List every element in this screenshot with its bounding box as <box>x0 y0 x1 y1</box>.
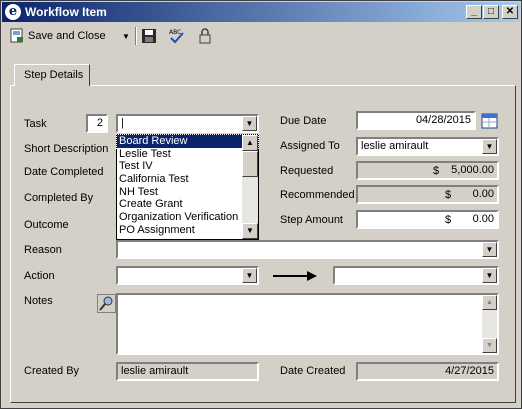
action-label: Action <box>24 270 55 282</box>
task-number-field[interactable]: 2 <box>86 114 108 133</box>
list-item[interactable]: PO Assignment <box>117 224 258 237</box>
tab-step-details[interactable]: Step Details <box>14 64 90 86</box>
requested-field: $ 5,000.00 <box>356 161 499 180</box>
notes-scroll-down-icon[interactable]: ▼ <box>482 338 497 353</box>
assigned-to-label: Assigned To <box>280 140 340 152</box>
window-title: Workflow Item <box>25 5 107 19</box>
list-item[interactable]: NH Test <box>117 186 258 199</box>
calendar-icon[interactable] <box>481 112 498 129</box>
list-item[interactable]: Create Grant <box>117 198 258 211</box>
reason-dropdown-arrow[interactable]: ▼ <box>482 242 497 257</box>
step-amount-label: Step Amount <box>280 214 343 226</box>
tab-step-details-label: Step Details <box>24 69 84 81</box>
recommended-label: Recommended <box>280 189 355 201</box>
save-close-icon <box>10 28 23 43</box>
action-dropdown-arrow[interactable]: ▼ <box>242 268 257 283</box>
dropdown-scrollbar[interactable]: ▲ ▼ <box>242 135 258 239</box>
requested-currency: $ <box>433 165 440 177</box>
right-arrow-icon <box>273 271 317 281</box>
created-by-field: leslie amirault <box>116 362 259 381</box>
save-and-close-button[interactable]: Save and Close <box>9 25 106 47</box>
spell-check-button[interactable]: ABC <box>168 25 184 47</box>
list-item[interactable]: Board Review <box>116 134 259 149</box>
short-description-label: Short Description <box>24 143 109 155</box>
step-amount-value: 0.00 <box>472 213 494 225</box>
assigned-to-value: leslie amirault <box>361 140 429 152</box>
requested-value: 5,000.00 <box>451 164 494 176</box>
notes-edit-icon[interactable] <box>97 294 116 313</box>
list-item[interactable]: Leslie Test <box>117 148 258 161</box>
lock-icon <box>199 28 211 44</box>
list-item[interactable]: California Test <box>117 173 258 186</box>
lock-button[interactable] <box>197 25 213 47</box>
minimize-button[interactable]: _ <box>466 5 482 19</box>
requested-label: Requested <box>280 165 334 177</box>
workflow-item-window: e Workflow Item _ □ ✕ Save and Close ▼ A <box>0 0 522 409</box>
task-dropdown-list: Board Review Leslie Test Test IV Califor… <box>116 134 259 240</box>
save-options-dropdown[interactable]: ▼ <box>122 25 130 47</box>
title-bar: e Workflow Item _ □ ✕ <box>2 2 520 22</box>
date-completed-label: Date Completed <box>24 166 104 178</box>
app-icon: e <box>5 4 21 20</box>
toolbar-separator <box>135 27 137 45</box>
task-label: Task <box>24 118 47 130</box>
action-target-dropdown-arrow[interactable]: ▼ <box>482 268 497 283</box>
notes-scroll-up-icon[interactable]: ▲ <box>482 295 497 310</box>
notes-scrollbar[interactable]: ▲ ▼ <box>482 295 497 353</box>
floppy-icon <box>142 29 156 43</box>
reason-label: Reason <box>24 244 62 256</box>
recommended-value: 0.00 <box>472 188 494 200</box>
action-combo[interactable]: ▼ <box>116 266 259 285</box>
toolbar: Save and Close ▼ ABC <box>3 25 519 49</box>
date-created-label: Date Created <box>280 365 346 377</box>
save-button[interactable] <box>141 25 157 47</box>
created-by-label: Created By <box>24 365 80 377</box>
step-amount-field[interactable]: $ 0.00 <box>356 210 499 229</box>
date-created-field: 4/27/2015 <box>356 362 499 381</box>
list-item[interactable]: Organization Verification <box>117 211 258 224</box>
close-button[interactable]: ✕ <box>502 5 518 19</box>
due-date-field[interactable]: 04/28/2015 <box>356 111 476 130</box>
list-item[interactable]: Test IV <box>117 160 258 173</box>
task-combo[interactable]: | ▼ <box>116 114 259 133</box>
assigned-to-dropdown-arrow[interactable]: ▼ <box>482 139 497 154</box>
step-amount-currency: $ <box>445 214 452 226</box>
scroll-thumb[interactable] <box>242 151 258 177</box>
recommended-currency: $ <box>445 189 452 201</box>
notes-label: Notes <box>24 295 53 307</box>
reason-combo[interactable]: ▼ <box>116 240 499 259</box>
recommended-field: $ 0.00 <box>356 185 499 204</box>
due-date-label: Due Date <box>280 115 327 127</box>
save-and-close-label: Save and Close <box>28 30 106 42</box>
maximize-button[interactable]: □ <box>483 5 499 19</box>
scroll-down-icon[interactable]: ▼ <box>242 223 258 239</box>
task-dropdown-arrow[interactable]: ▼ <box>242 116 257 131</box>
outcome-label: Outcome <box>24 219 69 231</box>
notes-textarea[interactable]: ▲ ▼ <box>116 293 499 355</box>
svg-text:ABC: ABC <box>169 29 181 36</box>
spell-check-icon: ABC <box>169 29 184 44</box>
scroll-up-icon[interactable]: ▲ <box>242 135 258 151</box>
completed-by-label: Completed By <box>24 192 94 204</box>
assigned-to-combo[interactable]: leslie amirault ▼ <box>356 137 499 156</box>
action-target-combo[interactable]: ▼ <box>333 266 499 285</box>
